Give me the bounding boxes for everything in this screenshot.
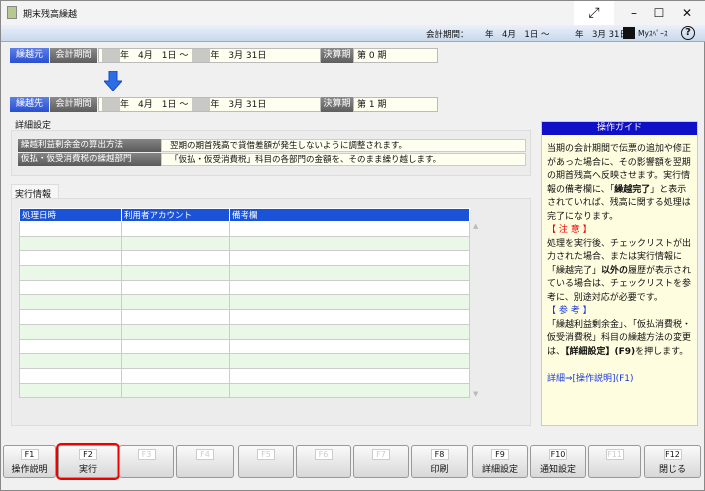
key-action: 通知設定 [539, 465, 576, 475]
myspace-icon[interactable] [623, 27, 635, 39]
function-key-f4: F4 [176, 445, 234, 478]
key-label: F4 [196, 449, 214, 460]
key-label: F11 [605, 449, 624, 460]
function-key-f6: F6 [296, 445, 351, 478]
expand-icon[interactable]: ⤢ [574, 1, 614, 25]
guide-body: 当期の会計期間で伝票の追加や修正があった場合に、その影響額を翌期の期首残高へ反映… [547, 144, 692, 384]
detail-value: 「仮払・仮受消費税」科目の各部門の金額を、そのまま繰り越します。 [161, 153, 526, 166]
title-bar: 期末残高繰越 ⤢ – ☐ ✕ [1, 1, 705, 25]
function-key-f7: F7 [353, 445, 409, 478]
function-key-f3: F3 [119, 445, 174, 478]
key-label: F5 [257, 449, 275, 460]
table-row[interactable] [19, 323, 470, 340]
source-term-label: 決算期 [321, 48, 353, 63]
table-row[interactable] [19, 235, 470, 252]
key-action: 印刷 [430, 465, 449, 475]
function-key-f12[interactable]: F12 閉じる [644, 445, 701, 478]
key-label: F10 [549, 449, 567, 460]
dest-tag: 繰越先 [10, 97, 49, 112]
key-action: 詳細設定 [481, 465, 518, 475]
column-header[interactable]: 備考欄 [229, 208, 470, 222]
key-action: 操作説明 [11, 465, 48, 475]
key-label: F9 [491, 449, 509, 460]
detail-label: 繰越利益剰余金の算出方法 [18, 139, 161, 152]
dest-term: 第 1 期 [353, 97, 438, 112]
help-link[interactable]: 詳細⇒[操作説明](F1) [547, 374, 634, 384]
dest-period-field: 年 4月 1日 ～年 3月 31日 [98, 97, 321, 112]
function-key-f11: F11 [588, 445, 641, 478]
table-row[interactable] [19, 221, 470, 237]
key-label: F12 [663, 449, 682, 460]
function-key-f1[interactable]: F1 操作説明 [3, 445, 56, 478]
header-period: 年 4月 1日 ～ 年 3月 31日 [485, 30, 628, 40]
guide-title: 操作ガイド [542, 122, 697, 135]
exec-table: 処理日時 利用者アカウント 備考欄 [19, 208, 470, 399]
close-button[interactable]: ✕ [667, 1, 705, 25]
table-row[interactable] [19, 294, 470, 311]
function-key-f5: F5 [238, 445, 294, 478]
table-row[interactable] [19, 338, 470, 355]
period-label: 会計期間： [426, 30, 469, 40]
key-label: F2 [79, 449, 97, 460]
key-action: 実行 [78, 465, 97, 475]
source-period-label: 会計期間 [50, 48, 97, 63]
help-icon[interactable]: ? [681, 26, 695, 40]
note-heading: 【 注 意 】 [547, 225, 592, 235]
header-bar: 会計期間： 年 4月 1日 ～ 年 3月 31日 Myｽﾍﾟｰｽ ? [1, 25, 705, 42]
app-icon [7, 6, 17, 19]
function-key-f8[interactable]: F8 印刷 [411, 445, 468, 478]
table-row[interactable] [19, 382, 470, 399]
table-row[interactable] [19, 353, 470, 369]
table-row[interactable] [19, 250, 470, 267]
table-row[interactable] [19, 367, 470, 384]
detail-label: 仮払・仮受消費税の繰越部門 [18, 153, 161, 166]
function-key-f2[interactable]: F2 実行 [56, 443, 120, 480]
table-row[interactable] [19, 309, 470, 325]
scrollbar[interactable]: ▲ ▼ [471, 222, 483, 398]
key-label: F6 [314, 449, 333, 460]
detail-value: 翌期の期首残高で貸借差額が発生しないように調整されます。 [161, 139, 526, 152]
function-key-f10[interactable]: F10 通知設定 [530, 445, 586, 478]
table-row[interactable] [19, 279, 470, 296]
source-term: 第 0 期 [353, 48, 438, 63]
dest-period-label: 会計期間 [50, 97, 97, 112]
key-label: F1 [20, 449, 39, 460]
reference-heading: 【 参 考 】 [547, 306, 592, 316]
key-label: F8 [430, 449, 449, 460]
source-tag: 繰越元 [10, 48, 49, 63]
column-header[interactable]: 処理日時 [19, 208, 122, 222]
operation-guide: 操作ガイド 当期の会計期間で伝票の追加や修正があった場合に、その影響額を翌期の期… [541, 121, 698, 426]
key-action: 閉じる [658, 465, 686, 475]
column-header[interactable]: 利用者アカウント [121, 208, 230, 222]
window-title: 期末残高繰越 [23, 10, 78, 20]
key-label: F7 [372, 449, 390, 460]
scroll-down-icon[interactable]: ▼ [473, 390, 478, 398]
function-key-f9[interactable]: F9 詳細設定 [472, 445, 528, 478]
myspace-button[interactable]: Myｽﾍﾟｰｽ [638, 28, 668, 39]
table-row[interactable] [19, 265, 470, 281]
scroll-up-icon[interactable]: ▲ [473, 222, 478, 230]
arrow-down-icon [104, 71, 122, 91]
key-label: F3 [137, 449, 156, 460]
dest-term-label: 決算期 [321, 97, 353, 112]
source-period-field: 年 4月 1日 ～年 3月 31日 [98, 48, 321, 63]
tab-exec-info[interactable]: 実行情報 [11, 184, 59, 200]
